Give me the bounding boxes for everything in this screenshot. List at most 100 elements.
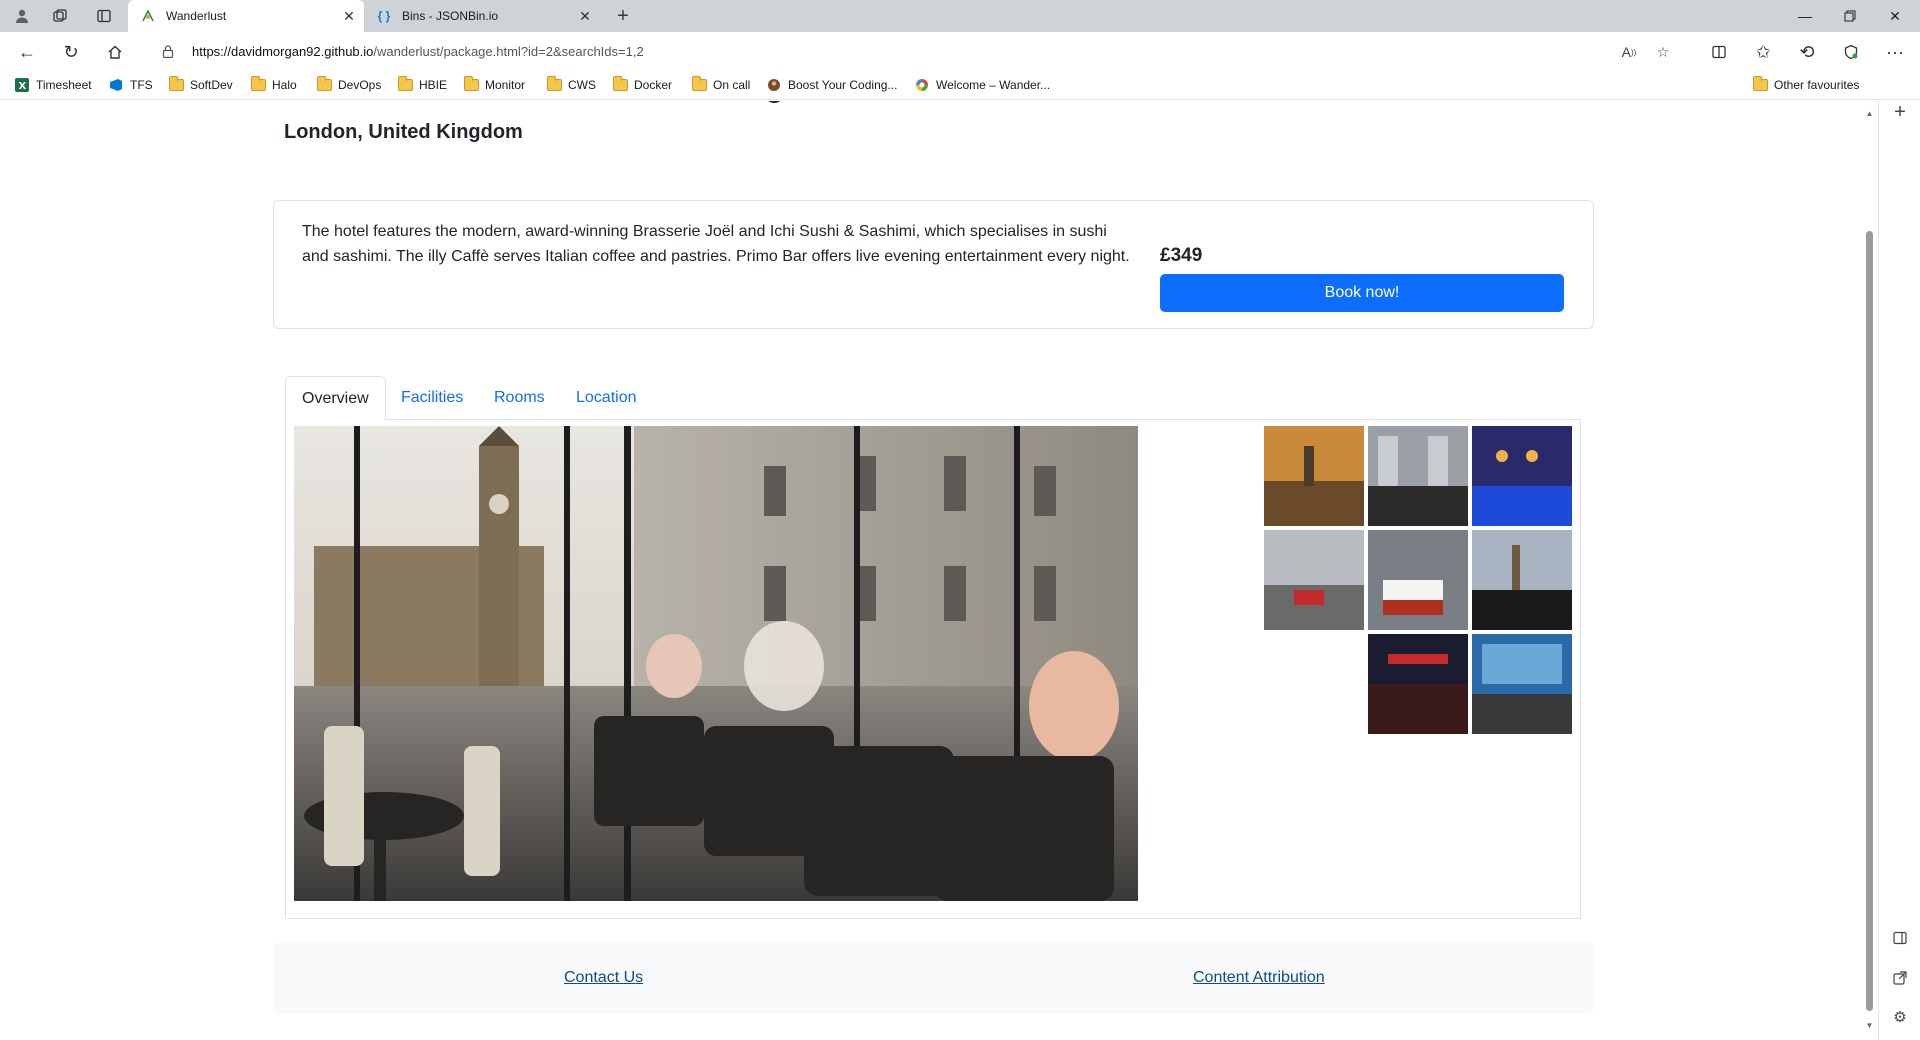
browser-essentials-icon[interactable]: [1838, 39, 1864, 65]
bookmark-welcome-wanderlust[interactable]: Welcome – Wander...: [914, 76, 1050, 94]
tab-jsonbin[interactable]: { } Bins - JSONBin.io ✕: [364, 0, 600, 32]
main-hotel-image: [294, 426, 1138, 901]
book-now-button[interactable]: Book now!: [1160, 274, 1564, 312]
bookmark-label: TFS: [130, 78, 153, 92]
bookmark-monitor[interactable]: Monitor: [463, 76, 525, 94]
azure-devops-icon: [108, 78, 124, 92]
workspaces-icon[interactable]: [50, 6, 70, 26]
profile-icon[interactable]: [12, 6, 32, 26]
gallery-thumbnail[interactable]: [1368, 634, 1468, 734]
bookmark-halo[interactable]: Halo: [250, 76, 297, 94]
content-attribution-link[interactable]: Content Attribution: [1193, 969, 1325, 987]
bookmark-hbie[interactable]: HBIE: [397, 76, 447, 94]
sidebar-settings-gear-icon[interactable]: ⚙: [1889, 1006, 1911, 1028]
folder-icon: [546, 76, 562, 92]
bookmark-devops[interactable]: DevOps: [316, 76, 381, 94]
bookmark-label: Welcome – Wander...: [936, 78, 1051, 92]
folder-icon: [612, 76, 628, 92]
vertical-tabs-icon[interactable]: [94, 6, 114, 26]
jsonbin-favicon-icon: { }: [377, 9, 391, 23]
folder-icon: [691, 76, 707, 92]
page-viewport: London, United Kingdom The hotel feature…: [0, 101, 1878, 1040]
restore-icon[interactable]: [1828, 0, 1872, 32]
scroll-thumb[interactable]: [1866, 231, 1873, 1011]
gallery-thumbnail[interactable]: [1472, 426, 1572, 526]
close-tab-icon[interactable]: ✕: [340, 7, 358, 25]
bookmark-label: Docker: [634, 78, 673, 92]
tab-wanderlust[interactable]: Wanderlust ✕: [128, 0, 364, 32]
new-tab-icon[interactable]: +: [613, 5, 633, 27]
bookmark-cws[interactable]: CWS: [546, 76, 596, 94]
bookmark-timesheet[interactable]: X Timesheet: [14, 76, 92, 94]
bookmark-label: HBIE: [419, 78, 448, 92]
bookmark-other-favourites[interactable]: Other favourites: [1752, 76, 1859, 94]
page-scrollbar[interactable]: ▲ ▼: [1861, 101, 1878, 1040]
back-icon[interactable]: ←: [14, 39, 40, 65]
home-icon[interactable]: [102, 39, 128, 65]
gallery-thumbnail[interactable]: [1472, 530, 1572, 630]
bookmark-label: Halo: [272, 78, 297, 92]
bookmark-tfs[interactable]: TFS: [108, 76, 153, 94]
favourites-icon[interactable]: ✩: [1750, 39, 1776, 65]
scroll-down-icon[interactable]: ▼: [1865, 1021, 1874, 1030]
bookmark-label: On call: [713, 78, 751, 92]
close-tab-icon[interactable]: ✕: [576, 7, 594, 25]
package-tabs: Overview Facilities Rooms Location: [285, 376, 1581, 421]
gallery-thumbnail[interactable]: [1264, 426, 1364, 526]
site-icon: [766, 78, 782, 92]
contact-us-link[interactable]: Contact Us: [564, 969, 643, 987]
tab-overview[interactable]: Overview: [285, 376, 386, 421]
excel-icon: X: [14, 78, 30, 92]
open-external-icon[interactable]: [1889, 967, 1911, 989]
url-path: /wanderlust/package.html?id=2&searchIds=…: [373, 43, 644, 59]
gallery-thumbnail[interactable]: [1368, 530, 1468, 630]
add-sidebar-app-icon[interactable]: +: [1889, 101, 1911, 123]
refresh-icon[interactable]: ↻: [58, 39, 84, 65]
lock-icon[interactable]: [158, 44, 178, 58]
address-bar[interactable]: https://davidmorgan92.github.io/wanderlu…: [146, 37, 1676, 65]
bookmark-on-call[interactable]: On call: [691, 76, 750, 94]
minimize-icon[interactable]: —: [1783, 0, 1827, 32]
page-footer: Contact Us Content Attribution: [273, 943, 1594, 1013]
tab-title: Wanderlust: [166, 9, 227, 23]
browser-toolbar: ← ↻ https://davidmorgan92.github.io/wand…: [0, 32, 1920, 70]
close-window-icon[interactable]: ✕: [1873, 0, 1917, 32]
split-screen-icon[interactable]: [1706, 39, 1732, 65]
url-host: https://davidmorgan92.github.io: [192, 43, 374, 59]
tab-title: Bins - JSONBin.io: [402, 9, 499, 23]
bookmark-label: Monitor: [485, 78, 526, 92]
gallery-thumbnail[interactable]: [1472, 634, 1572, 734]
url-text: https://davidmorgan92.github.io/wanderlu…: [192, 44, 644, 59]
history-icon[interactable]: ⟲: [1794, 39, 1820, 65]
description-card: The hotel features the modern, award-win…: [273, 200, 1594, 329]
gallery-thumbnail[interactable]: [1368, 426, 1468, 526]
bookmark-docker[interactable]: Docker: [612, 76, 672, 94]
folder-icon: [250, 76, 266, 92]
bookmark-label: Other favourites: [1774, 78, 1860, 92]
tab-location[interactable]: Location: [560, 376, 653, 420]
folder-icon: [397, 76, 413, 92]
read-aloud-icon[interactable]: A)): [1618, 41, 1640, 63]
bookmark-label: SoftDev: [190, 78, 233, 92]
folder-icon: [316, 76, 332, 92]
bookmarks-bar: X Timesheet TFS SoftDev Halo DevOps HBIE…: [0, 70, 1920, 100]
favourite-star-icon[interactable]: ☆: [1652, 41, 1674, 63]
svg-text:X: X: [19, 81, 27, 92]
folder-icon: [168, 76, 184, 92]
bookmark-boost-your-coding[interactable]: Boost Your Coding...: [766, 76, 897, 94]
tab-facilities[interactable]: Facilities: [385, 376, 479, 420]
browser-tab-strip: Wanderlust ✕ { } Bins - JSONBin.io ✕ + —…: [0, 0, 1920, 32]
tab-rooms[interactable]: Rooms: [478, 376, 561, 420]
settings-more-icon[interactable]: ···: [1882, 39, 1908, 65]
scroll-up-icon[interactable]: ▲: [1865, 109, 1874, 118]
edge-sidebar: + ⚙: [1878, 101, 1920, 1040]
bookmark-label: Boost Your Coding...: [788, 78, 898, 92]
bookmark-softdev[interactable]: SoftDev: [168, 76, 233, 94]
page-title-partial: [760, 101, 800, 116]
bookmark-label: CWS: [568, 78, 596, 92]
google-icon: [914, 78, 930, 92]
gallery-thumbnail[interactable]: [1264, 530, 1364, 630]
bookmark-label: Timesheet: [36, 78, 92, 92]
hotel-description: The hotel features the modern, award-win…: [302, 223, 1130, 265]
sidebar-panel-icon[interactable]: [1889, 927, 1911, 949]
